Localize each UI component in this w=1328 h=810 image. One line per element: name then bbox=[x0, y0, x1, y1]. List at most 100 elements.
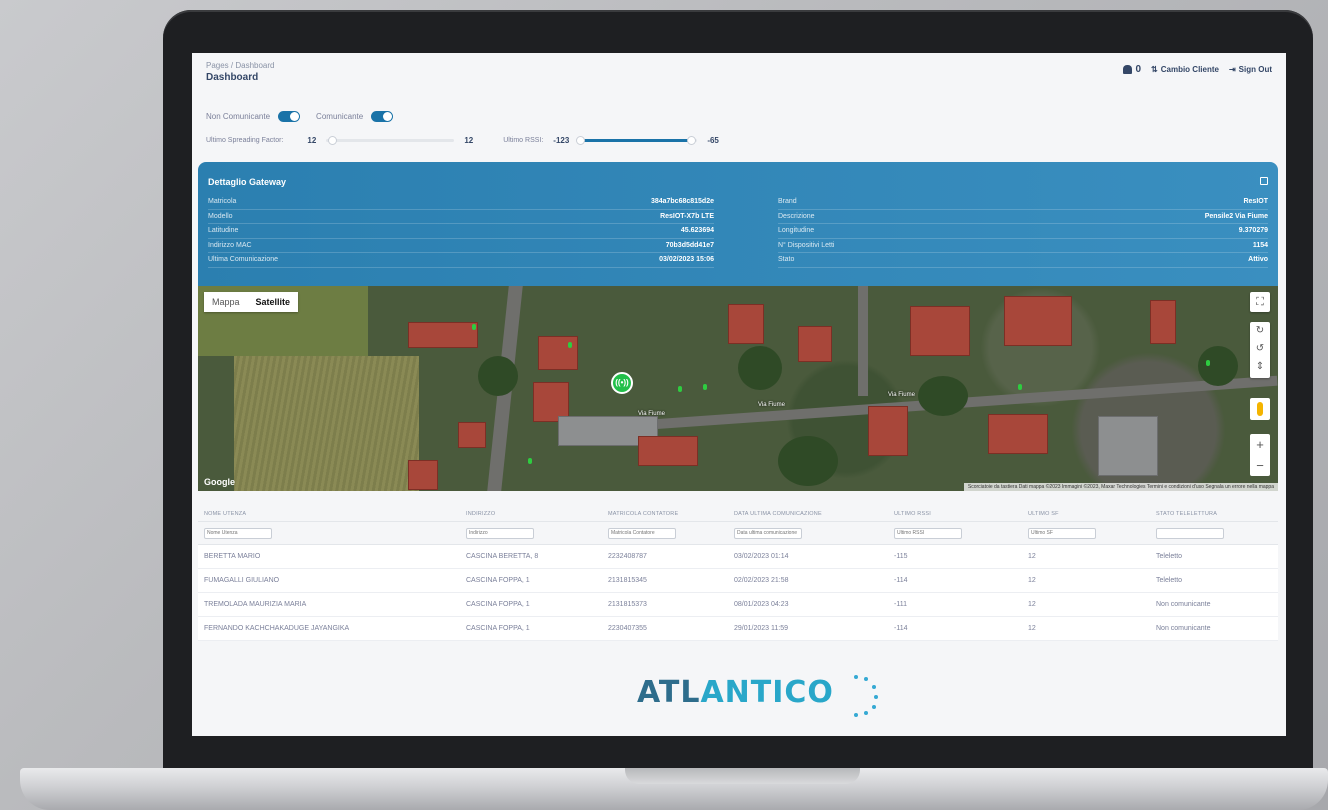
device-marker[interactable] bbox=[1018, 384, 1022, 390]
filter-nome-utenza[interactable] bbox=[204, 527, 272, 539]
sf-max-value: 12 bbox=[464, 136, 474, 145]
map-road bbox=[858, 286, 868, 396]
column-header[interactable]: Data Ultima Comunicazione bbox=[734, 511, 894, 517]
column-header[interactable]: Stato Telelettura bbox=[1156, 511, 1278, 517]
gateway-row: Longitudine 9.370279 bbox=[778, 224, 1268, 239]
navbar-actions: 0 ⇅ Cambio Cliente ⇥ Sign Out bbox=[1123, 64, 1272, 75]
map-building bbox=[408, 322, 478, 348]
map-tree bbox=[478, 356, 518, 396]
map-building bbox=[538, 336, 578, 370]
gateway-title: Dettaglio Gateway bbox=[208, 177, 287, 187]
gateway-row: Stato Attivo bbox=[778, 253, 1268, 268]
column-header[interactable]: Ultimo RSSI bbox=[894, 511, 1028, 517]
filter-indirizzo[interactable] bbox=[466, 527, 534, 539]
map-building bbox=[458, 422, 486, 448]
cambio-cliente-button[interactable]: ⇅ Cambio Cliente bbox=[1151, 65, 1219, 74]
map-type-tabs: Mappa Satellite bbox=[204, 292, 299, 312]
gateway-marker-icon[interactable]: ((•)) bbox=[611, 372, 633, 394]
map-building bbox=[1150, 300, 1176, 344]
swap-icon: ⇅ bbox=[1151, 65, 1158, 74]
table-row[interactable]: TREMOLADA MAURIZIA MARIA CASCINA FOPPA, 1… bbox=[198, 593, 1278, 617]
map-building bbox=[798, 326, 832, 362]
map-building bbox=[1098, 416, 1158, 476]
column-header[interactable]: Indirizzo bbox=[466, 511, 608, 517]
map-building bbox=[638, 436, 698, 466]
google-logo: Google bbox=[204, 477, 235, 487]
top-navbar: Pages / Dashboard Dashboard 0 ⇅ Cambio C… bbox=[192, 53, 1286, 93]
map-building bbox=[910, 306, 970, 356]
spreading-factor-label: Ultimo Spreading Factor: bbox=[206, 137, 284, 144]
map-attribution[interactable]: Scorciatoie da tastiera Dati mappa ©2023… bbox=[963, 483, 1278, 491]
map-building bbox=[408, 460, 438, 490]
notifications-button[interactable]: 0 bbox=[1123, 64, 1141, 75]
device-marker[interactable] bbox=[528, 458, 532, 464]
table-row[interactable]: BERETTA MARIO CASCINA BERETTA, 8 223240878… bbox=[198, 545, 1278, 569]
tab-mappa[interactable]: Mappa bbox=[204, 292, 248, 312]
gateway-right-column: Brand ResIOT Descrizione Pensile2 Via Fium… bbox=[778, 195, 1268, 268]
rssi-slider-min-handle[interactable] bbox=[576, 136, 586, 145]
filter-data[interactable] bbox=[734, 527, 802, 539]
app-screen: Pages / Dashboard Dashboard 0 ⇅ Cambio C… bbox=[192, 53, 1286, 736]
laptop-base bbox=[20, 768, 1328, 810]
device-marker[interactable] bbox=[568, 342, 572, 348]
gateway-row: Indirizzo MAC 70b3d5dd41e7 bbox=[208, 239, 714, 253]
sf-slider-handle[interactable] bbox=[328, 136, 338, 145]
satellite-map[interactable]: ((•)) Via Fiume Via Fiume Via Fiume Mapp… bbox=[198, 286, 1278, 491]
tab-satellite[interactable]: Satellite bbox=[248, 292, 299, 312]
map-field bbox=[234, 356, 419, 491]
filter-stato[interactable] bbox=[1156, 527, 1224, 539]
rssi-max-value: -65 bbox=[707, 136, 719, 145]
gateway-detail-card: Dettaglio Gateway Matricola 384a7bc68c815… bbox=[198, 162, 1278, 286]
device-marker[interactable] bbox=[678, 386, 682, 392]
page-title: Dashboard bbox=[206, 72, 259, 83]
rssi-label: Ultimo RSSI: bbox=[503, 137, 544, 144]
rssi-slider-range bbox=[579, 139, 692, 142]
column-header[interactable]: Nome Utenza bbox=[198, 511, 466, 517]
filter-rssi[interactable] bbox=[894, 527, 962, 539]
cambio-cliente-label: Cambio Cliente bbox=[1160, 65, 1219, 74]
rotate-controls[interactable]: ↻ ↺ ⇕ bbox=[1250, 322, 1270, 378]
gateway-row: Ultima Comunicazione 03/02/2023 15:06 bbox=[208, 253, 714, 268]
gateway-row: N° Dispositivi Letti 1154 bbox=[778, 239, 1268, 253]
rssi-min-value: -123 bbox=[553, 136, 570, 145]
sign-out-button[interactable]: ⇥ Sign Out bbox=[1229, 65, 1272, 74]
column-header[interactable]: Matricola Contatore bbox=[608, 511, 734, 517]
table-header: Nome Utenza Indirizzo Matricola Contator… bbox=[198, 507, 1278, 522]
sf-slider[interactable] bbox=[326, 136, 455, 145]
street-view-pegman-icon[interactable] bbox=[1250, 398, 1270, 420]
comunicante-label: Comunicante bbox=[316, 112, 364, 121]
map-building bbox=[868, 406, 908, 456]
zoom-out-button[interactable]: − bbox=[1250, 455, 1270, 476]
sign-out-icon: ⇥ bbox=[1228, 65, 1236, 74]
table-row[interactable]: FUMAGALLI GIULIANO CASCINA FOPPA, 1 213181… bbox=[198, 569, 1278, 593]
filter-sf[interactable] bbox=[1028, 527, 1096, 539]
street-label: Via Fiume bbox=[888, 392, 915, 398]
device-marker[interactable] bbox=[703, 384, 707, 390]
zoom-controls: + − bbox=[1250, 434, 1270, 476]
table-row[interactable]: FERNANDO KACHCHAKADUGE JAYANGIKA CASCINA … bbox=[198, 617, 1278, 641]
map-tree bbox=[778, 436, 838, 486]
non-comunicante-label: Non Comunicante bbox=[206, 112, 271, 121]
non-comunicante-toggle[interactable] bbox=[278, 111, 301, 122]
comunicante-toggle[interactable] bbox=[371, 111, 394, 122]
zoom-in-button[interactable]: + bbox=[1250, 434, 1270, 455]
logo-dots-icon bbox=[852, 673, 880, 717]
atlantico-logo: ATLANTICO bbox=[637, 675, 834, 710]
column-header[interactable]: Ultimo SF bbox=[1028, 511, 1156, 517]
map-building bbox=[728, 304, 764, 344]
device-marker[interactable] bbox=[472, 324, 476, 330]
devices-table: Nome Utenza Indirizzo Matricola Contator… bbox=[198, 507, 1278, 641]
map-tree bbox=[738, 346, 782, 390]
sf-min-value: 12 bbox=[307, 136, 317, 145]
fullscreen-icon[interactable]: ⛶ bbox=[1250, 292, 1270, 312]
rssi-slider-max-handle[interactable] bbox=[687, 136, 697, 145]
device-marker[interactable] bbox=[1206, 360, 1210, 366]
street-label: Via Fiume bbox=[638, 411, 665, 417]
gateway-row: Descrizione Pensile2 Via Fiume bbox=[778, 210, 1268, 224]
rssi-slider[interactable] bbox=[576, 136, 698, 145]
filter-matricola[interactable] bbox=[608, 527, 676, 539]
gateway-row: Latitudine 45.623694 bbox=[208, 224, 714, 239]
gateway-row: Modello ResIOT-X7b LTE bbox=[208, 210, 714, 224]
breadcrumb[interactable]: Pages / Dashboard bbox=[206, 61, 275, 70]
edit-icon[interactable] bbox=[1260, 177, 1268, 185]
